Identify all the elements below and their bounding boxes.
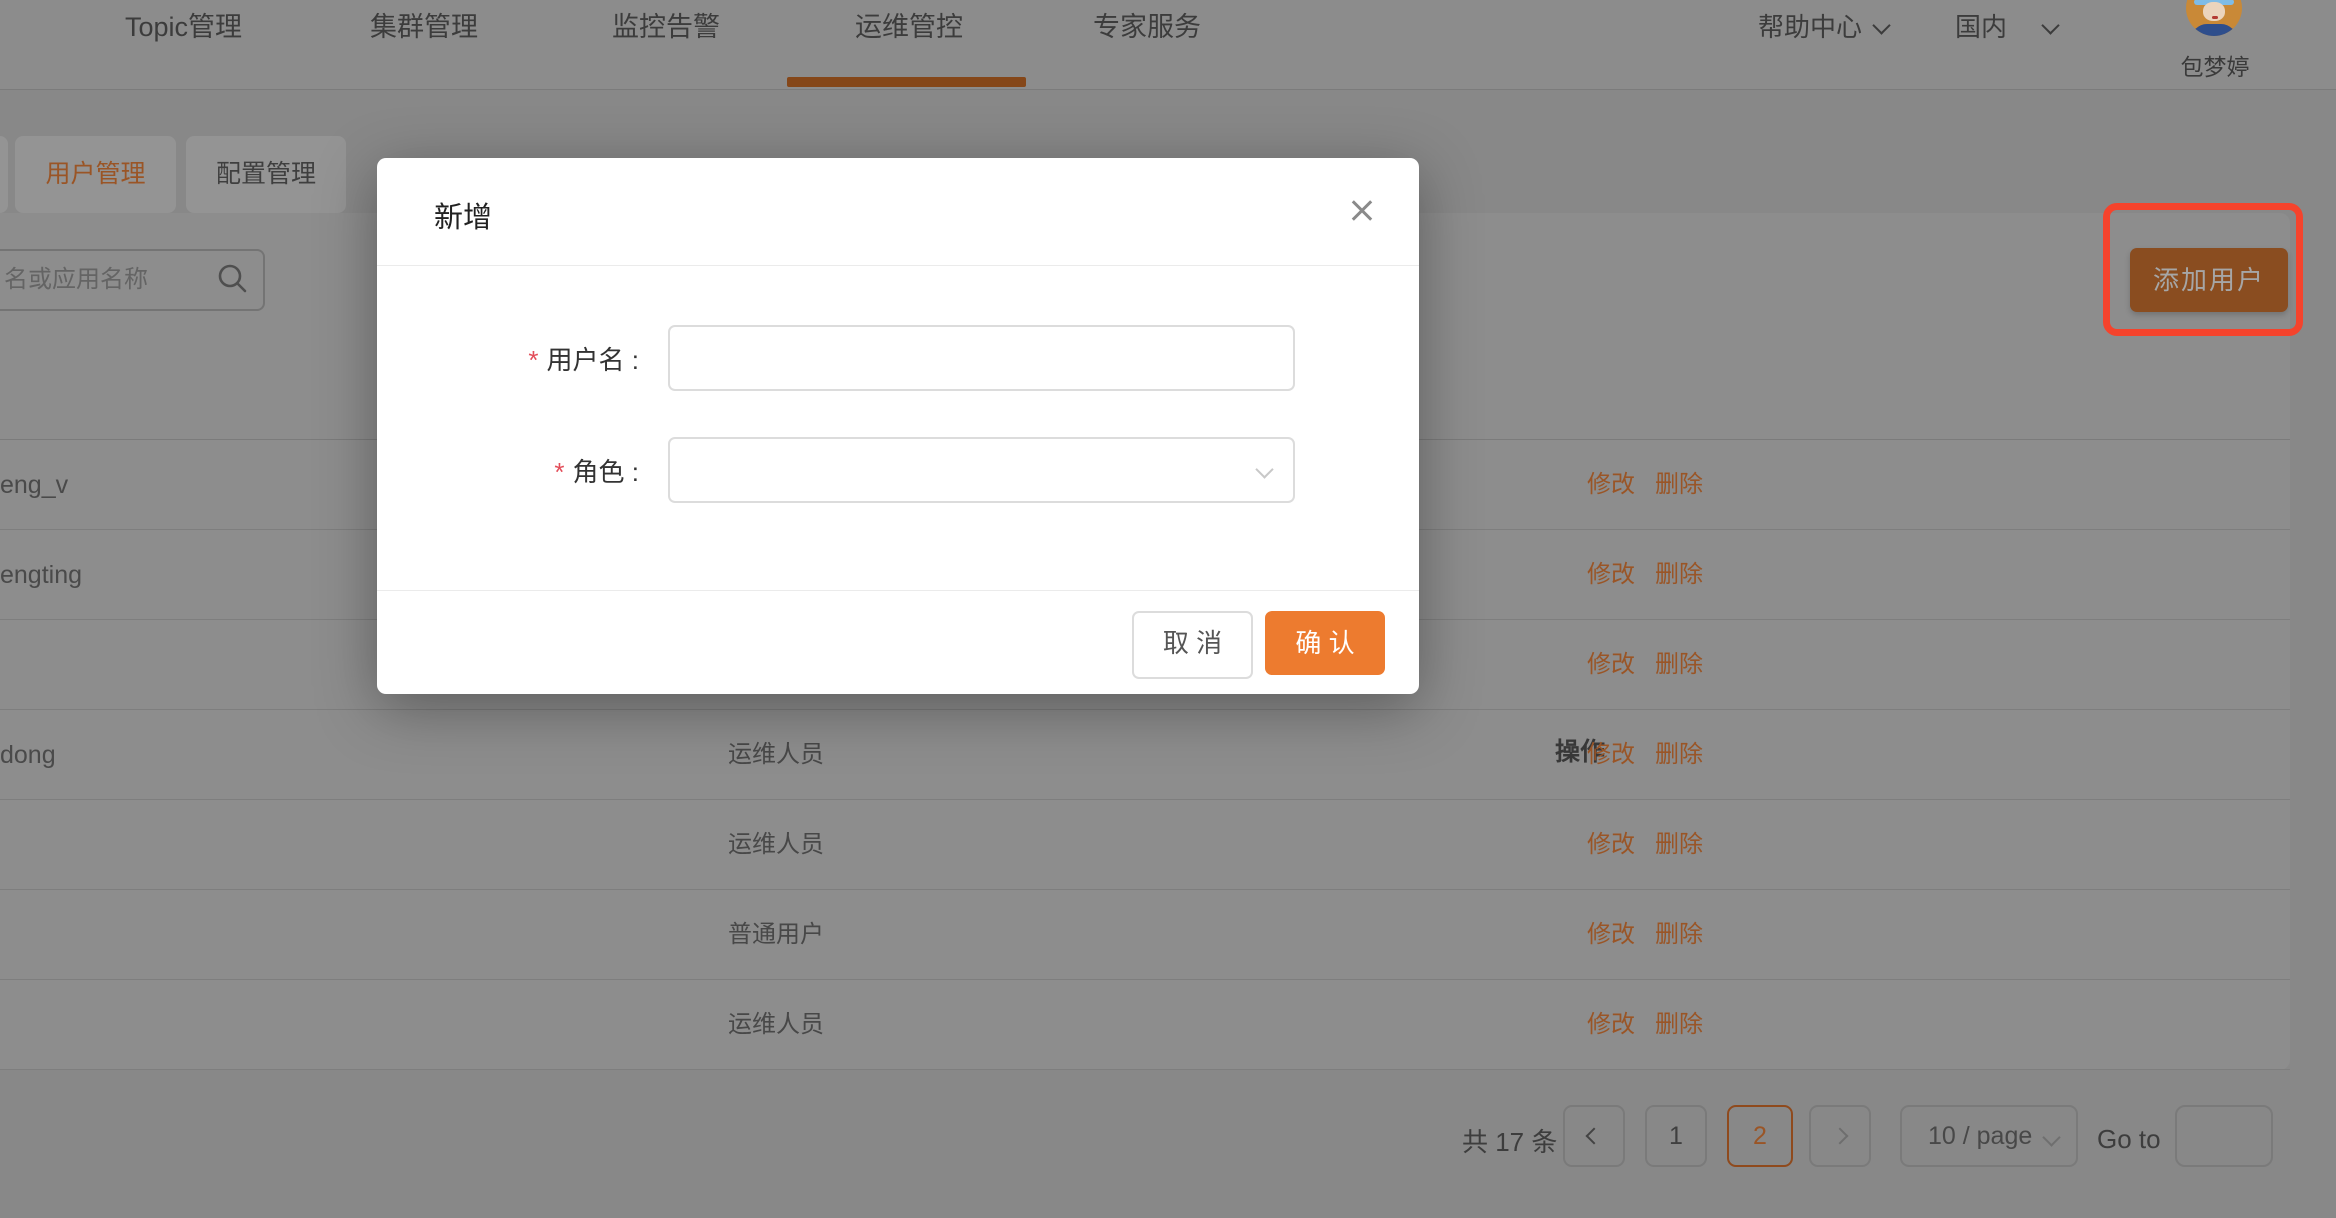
user-role-cell: 运维人员 (728, 800, 824, 890)
user-role-cell: 运维人员 (728, 710, 824, 800)
goto-page-input[interactable] (2177, 1107, 2275, 1167)
table-row: 运维人员 修改 删除 (0, 800, 2290, 890)
nav-item-expert[interactable]: 专家服务 (1093, 8, 1201, 46)
nav-item-cluster[interactable]: 集群管理 (370, 8, 478, 46)
nav-item-monitor[interactable]: 监控告警 (612, 8, 720, 46)
user-avatar[interactable] (2186, 0, 2242, 36)
chevron-down-icon (1873, 16, 1891, 34)
chevron-left-icon (1586, 1128, 1603, 1145)
role-label-text: 角色 : (573, 457, 639, 487)
role-select[interactable] (668, 437, 1295, 503)
user-name-label: 包梦婷 (2178, 48, 2252, 82)
required-asterisk: * (554, 457, 564, 487)
avatar-lips-icon (2212, 16, 2218, 19)
delete-link[interactable]: 删除 (1655, 710, 1703, 800)
top-navbar: Topic管理 集群管理 监控告警 运维管控 专家服务 帮助中心 国内 (0, 0, 2336, 90)
user-role-cell: 普通用户 (728, 890, 824, 980)
user-name-cell: engting (0, 530, 82, 620)
edit-link[interactable]: 修改 (1587, 890, 1635, 980)
required-asterisk: * (528, 345, 538, 375)
username-label-text: 用户名 : (547, 345, 639, 375)
page-size-value: 10 / page (1928, 1122, 2032, 1150)
pagination-next-button[interactable] (1809, 1105, 1871, 1167)
edit-link[interactable]: 修改 (1587, 710, 1635, 800)
goto-input-box (2175, 1105, 2273, 1167)
page-size-select[interactable]: 10 / page (1900, 1105, 2078, 1167)
pagination-total: 共 17 条 (1462, 1122, 1557, 1159)
cancel-button[interactable]: 取 消 (1132, 611, 1253, 679)
help-center-label: 帮助中心 (1758, 12, 1862, 42)
search-box (0, 249, 265, 311)
help-center-menu[interactable]: 帮助中心 (1758, 10, 1888, 44)
delete-link[interactable]: 删除 (1655, 800, 1703, 890)
region-menu[interactable]: 国内 (1955, 10, 2057, 44)
delete-link[interactable]: 删除 (1655, 890, 1703, 980)
edit-link[interactable]: 修改 (1587, 530, 1635, 620)
role-select-value[interactable] (670, 439, 1293, 501)
chevron-down-icon (2042, 1128, 2060, 1146)
delete-link[interactable]: 删除 (1655, 440, 1703, 530)
tab-card-clipped[interactable] (0, 136, 8, 213)
pagination-page-2-active[interactable]: 2 (1727, 1105, 1793, 1167)
region-label: 国内 (1955, 12, 2007, 42)
tab-config-management[interactable]: 配置管理 (186, 136, 346, 213)
pagination-prev-button[interactable] (1563, 1105, 1625, 1167)
edit-link[interactable]: 修改 (1587, 980, 1635, 1070)
username-input[interactable] (670, 327, 1293, 389)
modal-title: 新增 (434, 194, 492, 236)
delete-link[interactable]: 删除 (1655, 620, 1703, 710)
edit-link[interactable]: 修改 (1587, 440, 1635, 530)
table-row: 普通用户 修改 删除 (0, 890, 2290, 980)
user-role-cell: 运维人员 (728, 980, 824, 1070)
add-user-button[interactable]: 添加用户 (2130, 248, 2288, 312)
edit-link[interactable]: 修改 (1587, 800, 1635, 890)
nav-item-ops[interactable]: 运维管控 (855, 8, 963, 46)
modal-footer-divider (377, 590, 1419, 591)
avatar-shirt-icon (2191, 24, 2237, 36)
confirm-button[interactable]: 确 认 (1265, 611, 1385, 675)
user-name-cell: eng_v (0, 440, 68, 530)
tab-user-management[interactable]: 用户管理 (15, 136, 176, 213)
add-user-modal: 新增 * 用户名 : * 角色 : 取 消 确 认 (377, 158, 1419, 694)
user-name-cell: dong (0, 710, 56, 800)
table-row: dong 运维人员 修改 删除 (0, 710, 2290, 800)
username-input-box (668, 325, 1295, 391)
delete-link[interactable]: 删除 (1655, 530, 1703, 620)
nav-item-topic[interactable]: Topic管理 (125, 8, 242, 46)
edit-link[interactable]: 修改 (1587, 620, 1635, 710)
chevron-down-icon (2042, 16, 2060, 34)
search-input[interactable] (0, 251, 263, 309)
username-field-label: * 用户名 : (377, 340, 639, 377)
close-icon[interactable] (1345, 194, 1379, 228)
chevron-right-icon (1832, 1128, 1849, 1145)
modal-header-divider (377, 265, 1419, 266)
table-row: 运维人员 修改 删除 (0, 980, 2290, 1070)
role-field-label: * 角色 : (377, 452, 639, 489)
goto-label: Go to (2097, 1124, 2161, 1155)
active-tab-underline (787, 77, 1026, 87)
delete-link[interactable]: 删除 (1655, 980, 1703, 1070)
app-root: { "colors": { "accent_orange": "#ED7B2F"… (0, 0, 2336, 1218)
pagination-page-1[interactable]: 1 (1645, 1105, 1707, 1167)
